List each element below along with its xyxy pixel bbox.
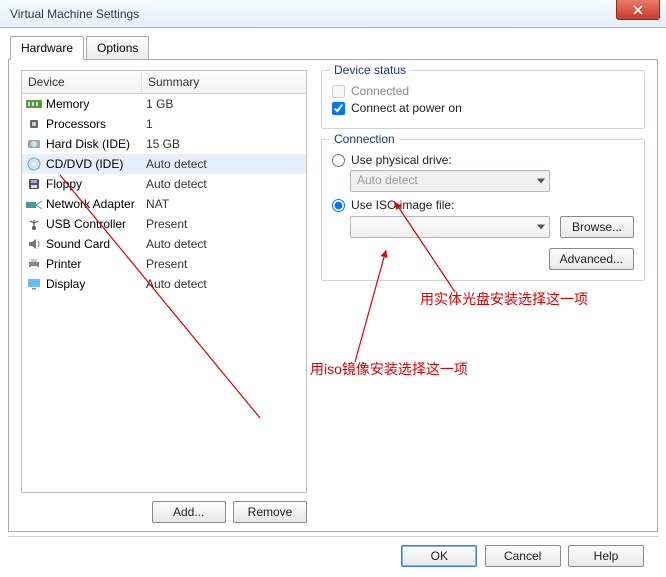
device-summary: 1	[146, 117, 302, 131]
device-summary: Present	[146, 217, 302, 231]
help-button[interactable]: Help	[568, 545, 644, 567]
device-summary: NAT	[146, 197, 302, 211]
tabpanel-hardware: Device Summary Memory1 GBProcessors1Hard…	[8, 59, 658, 532]
iso-file-combo[interactable]	[350, 216, 550, 238]
tab-options[interactable]: Options	[86, 36, 149, 60]
device-summary: 15 GB	[146, 137, 302, 151]
footer-buttons: OK Cancel Help	[8, 537, 658, 567]
device-name: Printer	[46, 257, 146, 271]
device-icon	[26, 216, 42, 232]
advanced-row: Advanced...	[332, 248, 634, 270]
connected-label: Connected	[351, 84, 409, 98]
physical-combo-row: Auto detect	[350, 170, 634, 192]
table-row[interactable]: Hard Disk (IDE)15 GB	[22, 134, 306, 154]
device-name: Processors	[46, 117, 146, 131]
use-iso-row[interactable]: Use ISO image file:	[332, 198, 634, 212]
table-row[interactable]: CD/DVD (IDE)Auto detect	[22, 154, 306, 174]
table-row[interactable]: DisplayAuto detect	[22, 274, 306, 294]
device-icon	[26, 176, 42, 192]
device-summary: Auto detect	[146, 177, 302, 191]
connect-poweron-checkbox[interactable]	[332, 102, 345, 115]
chevron-down-icon	[537, 179, 545, 184]
device-status-legend: Device status	[330, 63, 410, 77]
device-name: Memory	[46, 97, 146, 111]
use-physical-radio[interactable]	[332, 154, 345, 167]
table-row[interactable]: Network AdapterNAT	[22, 194, 306, 214]
use-iso-label: Use ISO image file:	[351, 198, 454, 212]
device-icon	[26, 236, 42, 252]
ok-button[interactable]: OK	[401, 545, 477, 567]
device-name: Sound Card	[46, 237, 146, 251]
tabs: Hardware Options	[10, 36, 658, 60]
connected-checkbox-row: Connected	[332, 84, 634, 98]
window-title: Virtual Machine Settings	[10, 7, 139, 21]
physical-drive-value: Auto detect	[357, 173, 418, 187]
chevron-down-icon	[537, 225, 545, 230]
connect-poweron-row[interactable]: Connect at power on	[332, 101, 634, 115]
iso-row: Browse...	[350, 216, 634, 238]
close-button[interactable]	[616, 0, 660, 20]
device-name: Network Adapter	[46, 197, 146, 211]
advanced-button[interactable]: Advanced...	[549, 248, 634, 270]
device-name: CD/DVD (IDE)	[46, 157, 146, 171]
table-row[interactable]: Sound CardAuto detect	[22, 234, 306, 254]
device-pane: Device Summary Memory1 GBProcessors1Hard…	[21, 70, 307, 523]
connection-group: Connection Use physical drive: Auto dete…	[321, 139, 645, 281]
device-icon	[26, 136, 42, 152]
device-icon	[26, 256, 42, 272]
device-summary: Auto detect	[146, 277, 302, 291]
column-device: Device	[22, 71, 142, 93]
device-icon	[26, 196, 42, 212]
device-summary: Auto detect	[146, 157, 302, 171]
right-pane: Device status Connected Connect at power…	[307, 70, 645, 523]
device-status-group: Device status Connected Connect at power…	[321, 70, 645, 129]
device-list-header: Device Summary	[22, 71, 306, 94]
cancel-button[interactable]: Cancel	[485, 545, 561, 567]
table-row[interactable]: Processors1	[22, 114, 306, 134]
physical-drive-combo[interactable]: Auto detect	[350, 170, 550, 192]
device-summary: Present	[146, 257, 302, 271]
use-iso-radio[interactable]	[332, 199, 345, 212]
browse-button[interactable]: Browse...	[560, 216, 634, 238]
table-row[interactable]: USB ControllerPresent	[22, 214, 306, 234]
tab-hardware[interactable]: Hardware	[10, 36, 84, 60]
close-icon	[633, 5, 643, 15]
use-physical-row[interactable]: Use physical drive:	[332, 153, 634, 167]
device-icon	[26, 276, 42, 292]
table-row[interactable]: Memory1 GB	[22, 94, 306, 114]
device-name: Hard Disk (IDE)	[46, 137, 146, 151]
use-physical-label: Use physical drive:	[351, 153, 452, 167]
device-name: USB Controller	[46, 217, 146, 231]
device-name: Floppy	[46, 177, 146, 191]
device-summary: 1 GB	[146, 97, 302, 111]
column-summary: Summary	[142, 71, 306, 93]
connection-legend: Connection	[330, 132, 399, 146]
titlebar: Virtual Machine Settings	[0, 0, 666, 28]
device-summary: Auto detect	[146, 237, 302, 251]
table-row[interactable]: PrinterPresent	[22, 254, 306, 274]
device-icon	[26, 116, 42, 132]
window-body: Hardware Options Device Summary Memory1 …	[0, 28, 666, 577]
device-name: Display	[46, 277, 146, 291]
device-list[interactable]: Device Summary Memory1 GBProcessors1Hard…	[21, 70, 307, 493]
device-icon	[26, 156, 42, 172]
remove-button[interactable]: Remove	[233, 501, 307, 523]
connect-poweron-label: Connect at power on	[351, 101, 462, 115]
device-icon	[26, 96, 42, 112]
add-button[interactable]: Add...	[152, 501, 226, 523]
table-row[interactable]: FloppyAuto detect	[22, 174, 306, 194]
connected-checkbox	[332, 85, 345, 98]
device-buttons: Add... Remove	[21, 493, 307, 523]
